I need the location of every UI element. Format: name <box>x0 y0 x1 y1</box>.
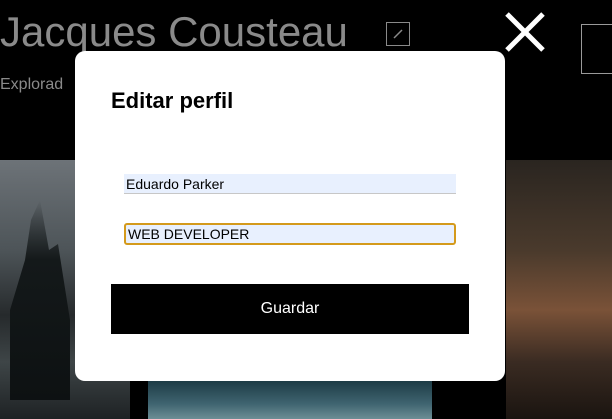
gallery-card-image <box>148 381 432 419</box>
profile-role: Explorad <box>0 76 64 93</box>
page: Jacques Cousteau Explorad Editar perfil … <box>0 0 612 419</box>
edit-profile-button[interactable] <box>386 22 410 46</box>
modal-title: Editar perfil <box>111 88 234 113</box>
gallery-card-image <box>506 160 612 419</box>
pencil-icon <box>393 29 403 39</box>
close-icon <box>505 12 545 52</box>
name-input[interactable] <box>124 174 456 194</box>
add-place-button[interactable] <box>581 24 612 74</box>
close-button[interactable] <box>503 10 547 54</box>
job-input[interactable] <box>124 223 456 245</box>
save-button[interactable]: Guardar <box>111 284 469 334</box>
edit-profile-modal: Editar perfil Guardar <box>75 51 505 381</box>
